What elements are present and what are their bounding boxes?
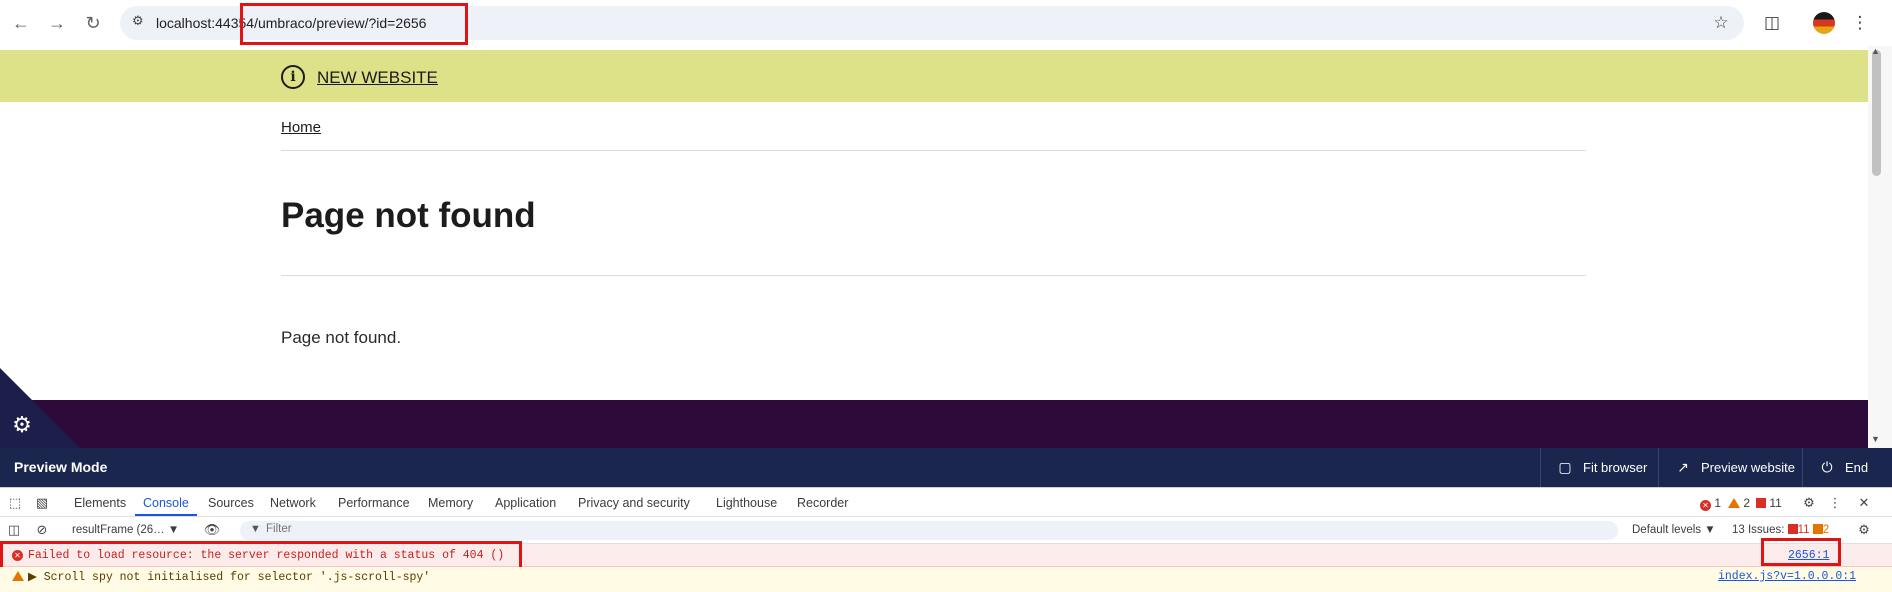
page-title: Page not found — [281, 196, 536, 235]
new-website-link[interactable]: NEW WEBSITE — [317, 68, 438, 88]
tab-network[interactable]: Network — [270, 496, 316, 510]
bookmark-star-icon[interactable]: ☆ — [1709, 12, 1733, 34]
context-select[interactable]: resultFrame (26… ▼ — [72, 524, 179, 536]
divider — [281, 275, 1586, 276]
issues-counter[interactable]: 13 Issues: 11 2 — [1732, 524, 1829, 536]
page-viewport: i NEW WEBSITE Home Page not found Page n… — [0, 46, 1868, 448]
breadcrumb-home[interactable]: Home — [281, 119, 321, 136]
extensions-icon[interactable]: ◫ — [1760, 12, 1784, 34]
warning-count-value: 2 — [1743, 496, 1751, 510]
issues-red-count: 11 — [1797, 524, 1810, 536]
tab-lighthouse[interactable]: Lighthouse — [716, 496, 777, 510]
eye-icon[interactable]: 👁 — [204, 522, 221, 538]
preview-website-label: Preview website — [1701, 460, 1795, 475]
url-highlight-box — [240, 3, 468, 45]
fit-browser-label: Fit browser — [1583, 460, 1648, 475]
fit-browser-button[interactable]: ▢ Fit browser — [1540, 448, 1658, 487]
settings-gear-icon[interactable]: ⚙ — [1801, 495, 1817, 511]
log-levels-select[interactable]: Default levels ▼ — [1632, 524, 1716, 536]
external-link-icon: ↗ — [1677, 459, 1689, 475]
issue-count-value: 11 — [1769, 496, 1782, 510]
forward-icon[interactable]: → — [44, 10, 70, 36]
close-icon[interactable]: ✕ — [1856, 495, 1872, 511]
profile-avatar[interactable] — [1813, 12, 1835, 34]
clear-console-icon[interactable]: ⊘ — [34, 522, 50, 538]
console-message-warning[interactable]: ▶ Scroll spy not initialised for selecto… — [0, 567, 1892, 592]
filter-icon: ▼ — [250, 523, 261, 535]
issues-label: 13 Issues: — [1732, 524, 1785, 536]
site-footer — [0, 400, 1868, 448]
warning-message-text: ▶ Scroll spy not initialised for selecto… — [28, 571, 431, 584]
preview-mode-title: Preview Mode — [14, 459, 108, 475]
inspect-element-icon[interactable]: ⬚ — [7, 495, 23, 511]
log-levels-label: Default levels — [1632, 524, 1702, 536]
page-body-text: Page not found. — [281, 328, 402, 347]
divider — [281, 150, 1586, 151]
tab-sources[interactable]: Sources — [208, 496, 254, 510]
tab-elements[interactable]: Elements — [74, 496, 126, 510]
monitor-icon: ▢ — [1558, 459, 1572, 475]
error-count-value: 1 — [1714, 496, 1722, 510]
filter-field[interactable]: ▼ — [240, 521, 1618, 540]
preview-website-button[interactable]: ↗ Preview website — [1658, 448, 1802, 487]
issue-icon — [1756, 498, 1766, 508]
warning-icon — [12, 571, 24, 581]
site-banner: i NEW WEBSITE — [0, 50, 1868, 102]
site-info-icon[interactable]: ⚙ — [132, 13, 152, 33]
end-preview-button[interactable]: ⏻ End — [1802, 448, 1892, 487]
reload-icon[interactable]: ↻ — [80, 10, 106, 36]
devtools-tabbar: ⬚ ▧ Elements Console Sources Network Per… — [0, 488, 1892, 517]
tab-recorder[interactable]: Recorder — [797, 496, 848, 510]
power-icon: ⏻ — [1821, 459, 1833, 475]
console-settings-icon[interactable]: ⚙ — [1856, 522, 1872, 538]
issue-orange-icon — [1812, 524, 1823, 534]
source-highlight-box — [1761, 538, 1841, 566]
warning-count[interactable]: 2 — [1728, 496, 1750, 510]
scroll-up-icon[interactable]: ▲ — [1871, 46, 1880, 56]
error-count[interactable]: ✕ 1 — [1700, 496, 1721, 511]
tab-privacy-security[interactable]: Privacy and security — [578, 496, 690, 510]
warning-source-link[interactable]: index.js?v=1.0.0.0:1 — [1718, 570, 1856, 583]
back-icon[interactable]: ← — [8, 10, 34, 36]
active-tab-indicator — [135, 514, 197, 516]
umbraco-gear-icon[interactable]: ⚙ — [10, 413, 34, 437]
issue-count[interactable]: 11 — [1756, 496, 1782, 510]
more-options-icon[interactable]: ⋮ — [1827, 495, 1843, 511]
sidebar-toggle-icon[interactable]: ◫ — [6, 522, 22, 538]
page-scrollbar-thumb[interactable] — [1872, 50, 1881, 176]
devtools-panel: ⬚ ▧ Elements Console Sources Network Per… — [0, 487, 1892, 592]
tab-console[interactable]: Console — [143, 496, 189, 510]
tab-memory[interactable]: Memory — [428, 496, 473, 510]
browser-toolbar: ← → ↻ ⚙ localhost:44354/umbraco/preview/… — [0, 0, 1892, 46]
preview-bar: Preview Mode ▢ Fit browser ↗ Preview web… — [0, 448, 1892, 487]
error-icon: ✕ — [1700, 500, 1711, 511]
warning-icon — [1728, 498, 1740, 508]
context-label: resultFrame (26… — [72, 524, 165, 536]
end-label: End — [1845, 460, 1869, 475]
tab-application[interactable]: Application — [495, 496, 556, 510]
tab-performance[interactable]: Performance — [338, 496, 410, 510]
info-icon: i — [281, 65, 305, 89]
filter-input[interactable] — [266, 523, 566, 535]
menu-icon[interactable]: ⋮ — [1848, 12, 1872, 34]
issue-red-icon — [1787, 524, 1798, 534]
issues-orange-count: 2 — [1822, 524, 1830, 536]
console-toolbar: ◫ ⊘ resultFrame (26… ▼ 👁 ▼ Default level… — [0, 517, 1892, 544]
device-toolbar-icon[interactable]: ▧ — [34, 495, 50, 511]
scroll-down-icon[interactable]: ▼ — [1871, 434, 1880, 444]
